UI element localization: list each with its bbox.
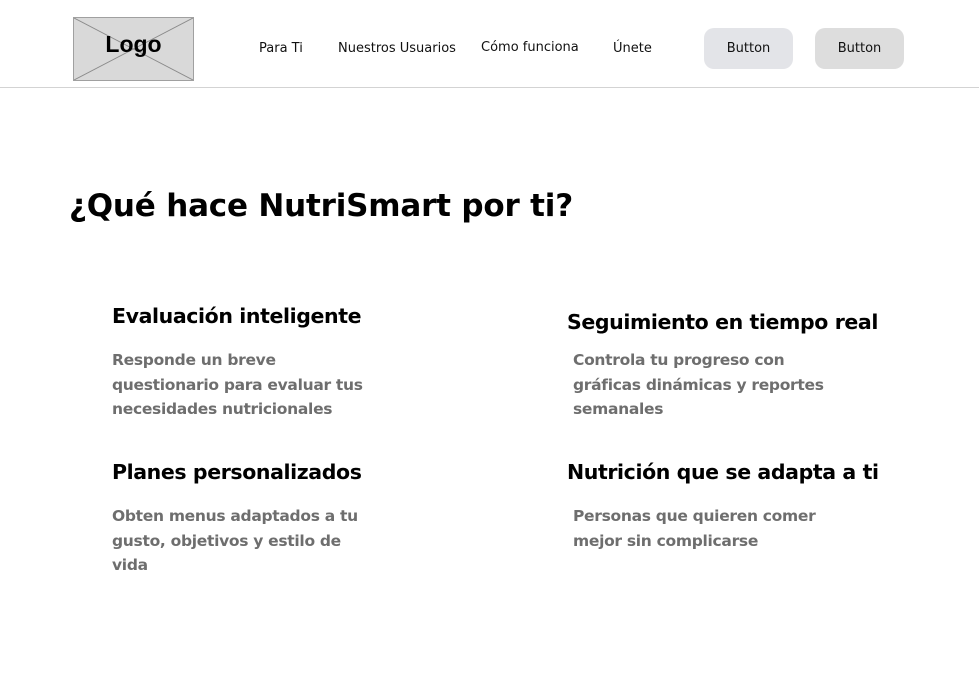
feature-description: Personas que quieren comer mejor sin com… (573, 507, 816, 550)
page: Logo Para Ti Nuestros Usuarios Cómo func… (0, 0, 979, 695)
header-button-secondary[interactable]: Button (815, 28, 904, 69)
feature-title: Evaluación inteligente (112, 304, 362, 328)
logo-text: Logo (105, 31, 162, 57)
logo-placeholder[interactable]: Logo (73, 17, 194, 81)
top-navbar: Logo Para Ti Nuestros Usuarios Cómo func… (0, 0, 979, 88)
nav-link-unete[interactable]: Únete (613, 41, 652, 56)
feature-description: Responde un breve questionario para eval… (112, 351, 363, 418)
feature-description: Controla tu progreso con gráficas dinámi… (573, 351, 824, 418)
section-title: ¿Qué hace NutriSmart por ti? (69, 188, 573, 224)
feature-description: Obten menus adaptados a tu gusto, objeti… (112, 507, 358, 574)
feature-title: Planes personalizados (112, 460, 362, 484)
feature-title: Nutrición que se adapta a ti (567, 460, 879, 484)
nav-link-nuestros-usuarios[interactable]: Nuestros Usuarios (338, 41, 456, 56)
feature-title: Seguimiento en tiempo real (567, 310, 878, 334)
nav-link-para-ti[interactable]: Para Ti (259, 41, 303, 56)
nav-link-como-funciona[interactable]: Cómo funciona (481, 40, 579, 55)
header-button-primary[interactable]: Button (704, 28, 793, 69)
